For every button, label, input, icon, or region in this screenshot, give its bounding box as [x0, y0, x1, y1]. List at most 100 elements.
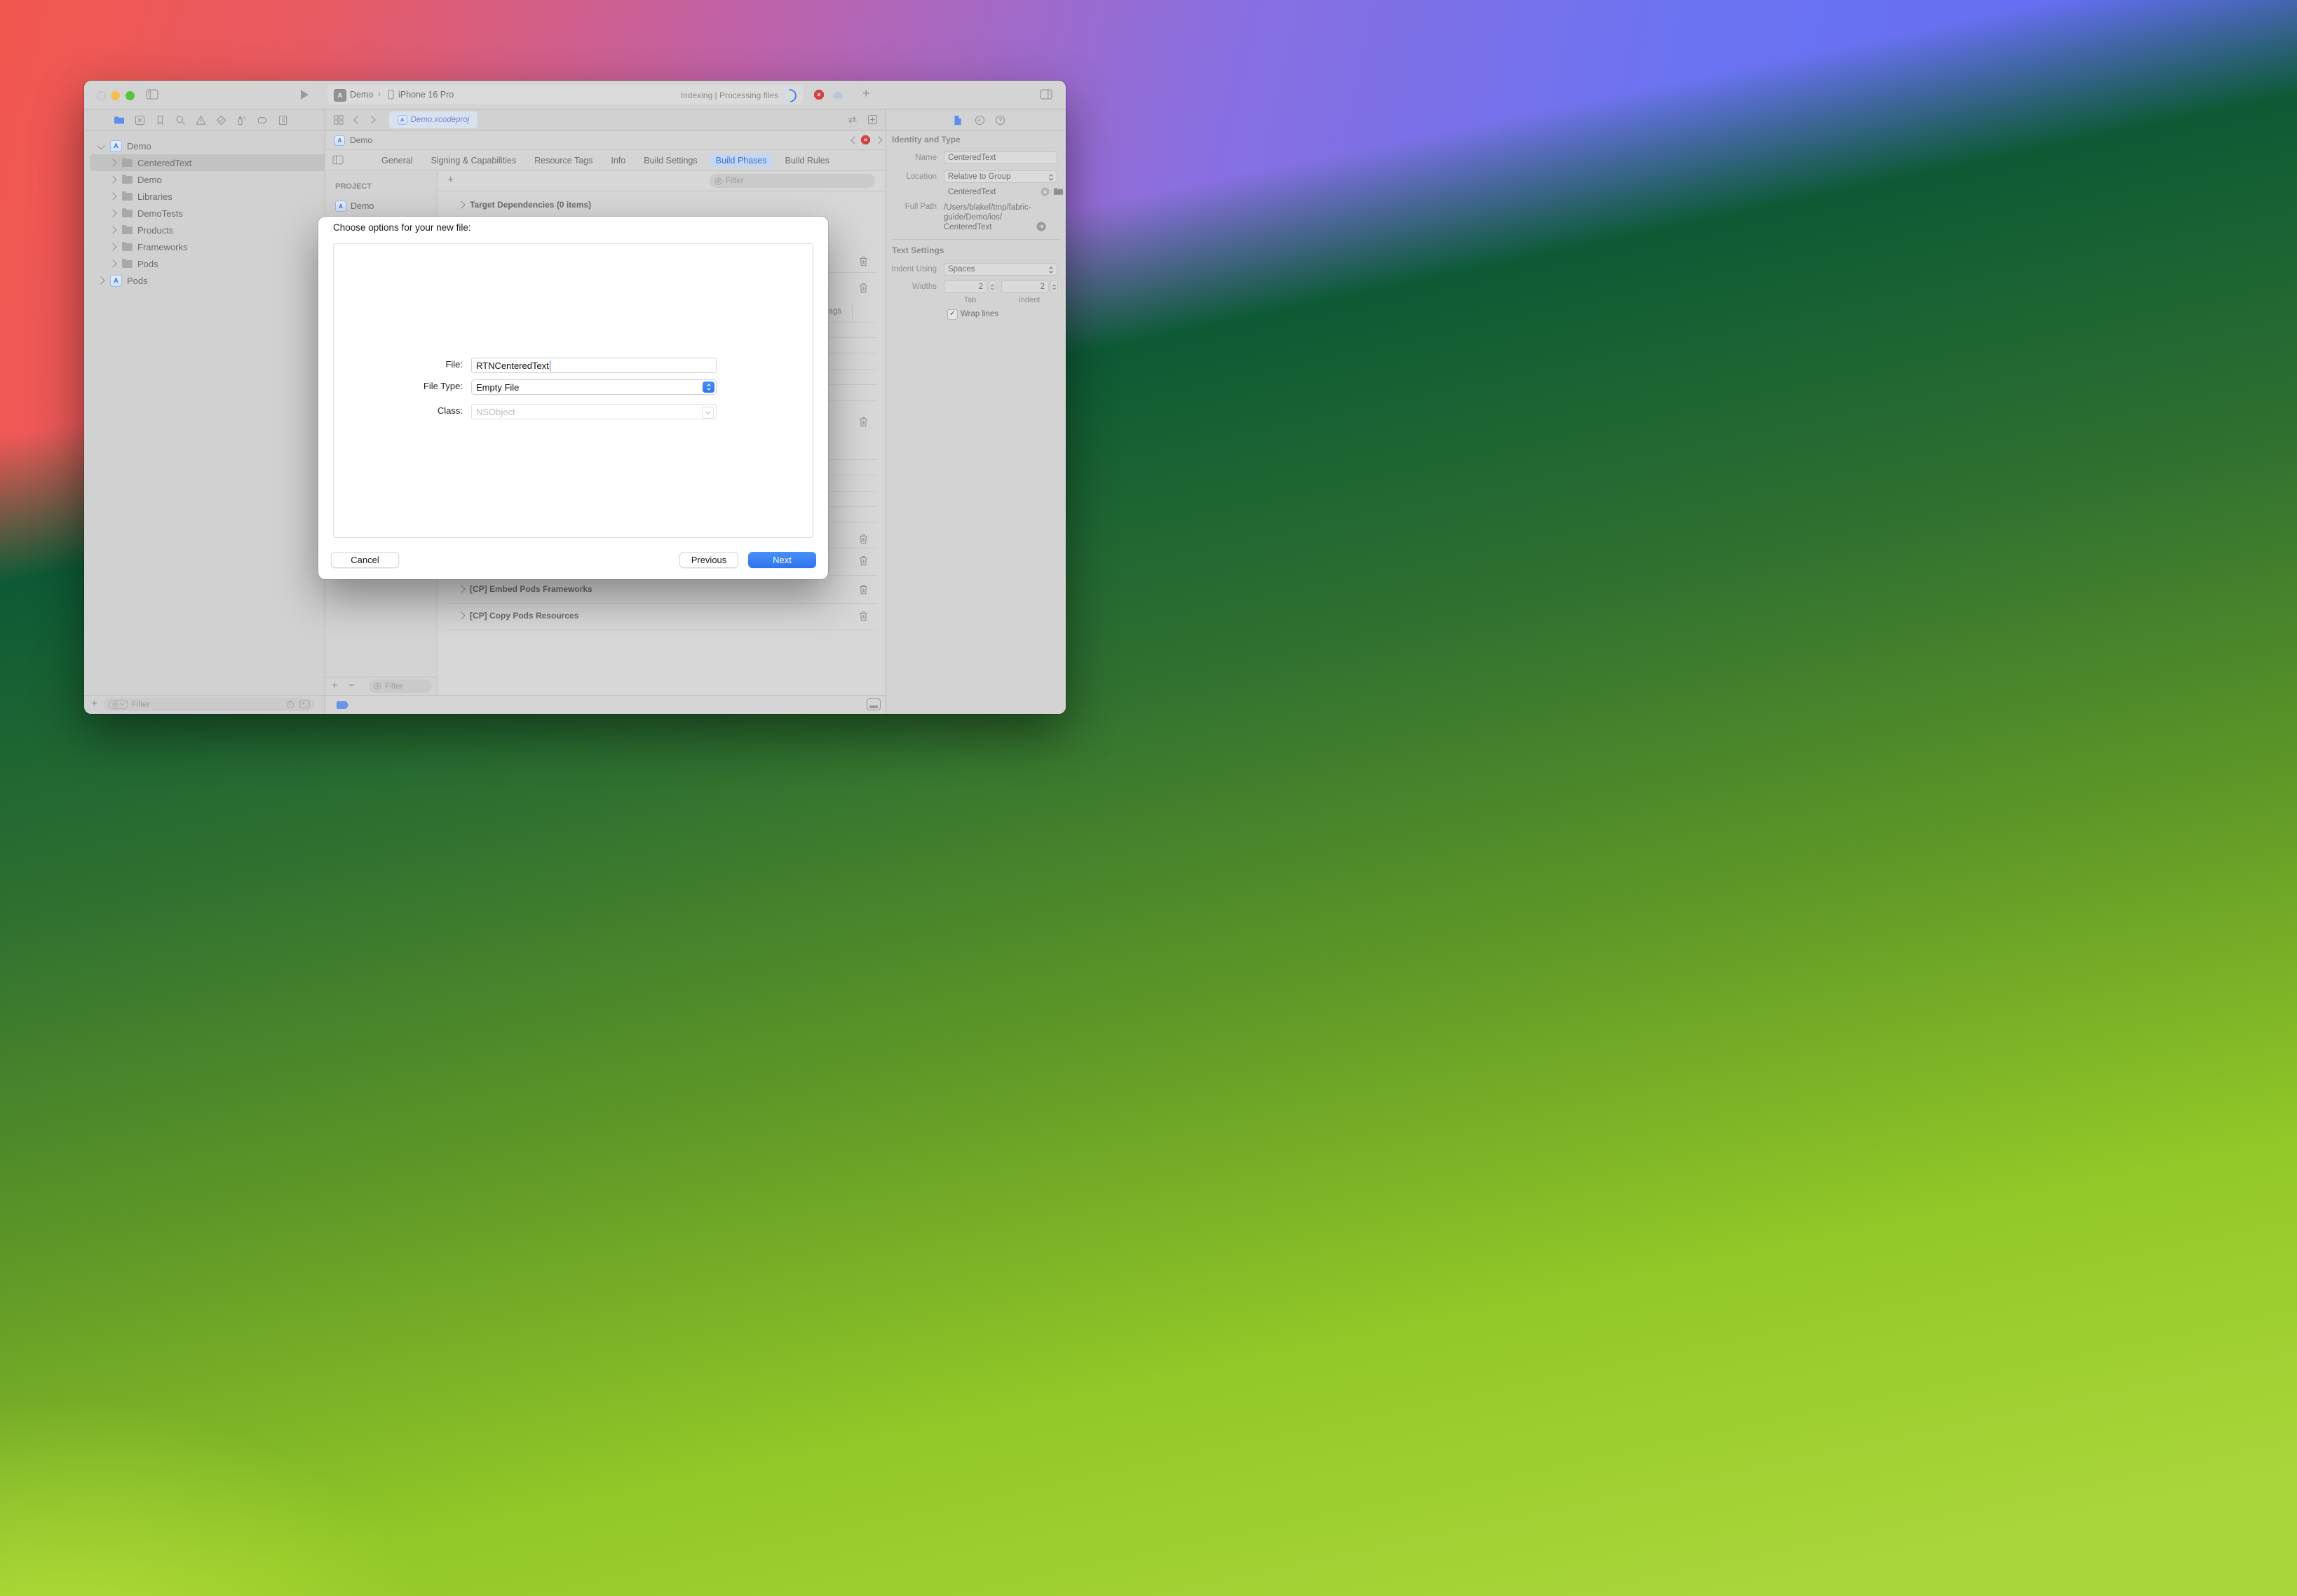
tab-build-rules[interactable]: Build Rules — [785, 156, 829, 165]
tree-item-pods-project[interactable]: Pods — [90, 272, 328, 289]
project-navigator-icon[interactable] — [114, 115, 125, 125]
issue-error-badge[interactable]: × — [861, 135, 870, 144]
cloud-status-icon[interactable] — [832, 91, 845, 100]
disclosure-chevron-icon[interactable] — [109, 243, 116, 250]
build-phases-filter-field[interactable]: Filter — [710, 174, 875, 188]
tree-item-demo-group[interactable]: Demo — [90, 171, 340, 188]
breakpoint-navigator-icon[interactable] — [257, 115, 268, 126]
source-control-changes-icon[interactable] — [299, 700, 310, 709]
disclosure-chevron-icon[interactable] — [457, 585, 465, 593]
error-badge[interactable]: × — [814, 90, 824, 100]
filter-options-icon[interactable] — [109, 700, 128, 709]
disclosure-chevron-icon[interactable] — [109, 209, 116, 217]
previous-button[interactable]: Previous — [679, 552, 738, 568]
trash-icon[interactable] — [859, 584, 868, 595]
indent-width-stepper[interactable] — [1050, 280, 1058, 293]
disclosure-chevron-icon[interactable] — [109, 259, 116, 267]
forward-chevron-icon[interactable] — [367, 116, 375, 123]
debug-navigator-icon[interactable] — [236, 115, 247, 126]
issue-navigator-icon[interactable] — [196, 115, 206, 126]
tab-resource-tags[interactable]: Resource Tags — [534, 156, 592, 165]
tab-info[interactable]: Info — [611, 156, 625, 165]
source-control-navigator-icon[interactable] — [135, 115, 145, 126]
project-panel-item-demo[interactable]: Demo — [335, 201, 374, 212]
tree-item-products[interactable]: Products — [90, 222, 340, 238]
toggle-inspector-icon[interactable] — [1040, 89, 1052, 100]
tab-general[interactable]: General — [381, 156, 412, 165]
tree-item-centeredtext[interactable]: CenteredText — [90, 154, 340, 171]
file-inspector-icon[interactable] — [954, 115, 962, 126]
disclosure-chevron-icon[interactable] — [109, 192, 116, 200]
disclosure-chevron-icon[interactable] — [97, 276, 104, 284]
run-button[interactable] — [301, 90, 309, 100]
run-destination[interactable]: iPhone 16 Pro — [398, 90, 454, 100]
editor-grid-icon[interactable] — [334, 115, 344, 125]
trash-icon[interactable] — [859, 283, 868, 293]
project-panel-filter-field[interactable]: Filter — [369, 679, 432, 693]
trash-icon[interactable] — [859, 534, 868, 544]
recent-files-clock-icon[interactable] — [286, 701, 294, 709]
navigator-filter-field[interactable]: Filter — [104, 698, 314, 711]
disclosure-chevron-icon[interactable] — [457, 201, 465, 208]
phase-row-target-dependencies[interactable]: Target Dependencies (0 items) — [438, 196, 886, 213]
tab-build-phases[interactable]: Build Phases — [710, 154, 773, 168]
add-file-icon[interactable]: + — [91, 698, 97, 710]
tree-item-demotests[interactable]: DemoTests — [90, 205, 340, 222]
reveal-arrow-icon[interactable] — [1036, 222, 1046, 231]
history-inspector-icon[interactable] — [975, 115, 985, 126]
trash-icon[interactable] — [859, 256, 868, 266]
disclosure-chevron-icon[interactable] — [457, 611, 465, 619]
report-navigator-icon[interactable] — [278, 115, 288, 126]
test-navigator-icon[interactable] — [216, 115, 226, 126]
choose-folder-icon[interactable] — [1053, 187, 1064, 196]
target-tag-icon[interactable] — [337, 701, 348, 709]
library-add-icon[interactable]: + — [862, 86, 870, 101]
indent-using-popup[interactable]: Spaces — [944, 263, 1057, 276]
tab-signing-capabilities[interactable]: Signing & Capabilities — [431, 156, 517, 165]
tab-width-field[interactable]: 2 — [944, 280, 987, 293]
back-chevron-icon[interactable] — [353, 116, 361, 123]
jumpbar-title[interactable]: Demo — [350, 135, 372, 145]
editor-options-icon[interactable] — [867, 698, 881, 710]
indent-width-field[interactable]: 2 — [1001, 280, 1049, 293]
class-combo[interactable]: NSObject — [471, 404, 717, 419]
file-type-popup[interactable]: Empty File — [471, 379, 717, 395]
previous-issue-chevron-icon[interactable] — [851, 136, 858, 144]
disclosure-chevron-icon[interactable] — [97, 142, 104, 149]
minimize-button[interactable] — [111, 91, 120, 100]
tree-item-libraries[interactable]: Libraries — [90, 188, 340, 205]
phase-row-embed-pods-frameworks[interactable]: [CP] Embed Pods Frameworks — [438, 581, 886, 597]
trash-icon[interactable] — [859, 417, 868, 427]
close-button[interactable] — [97, 91, 106, 100]
scheme-name[interactable]: Demo — [350, 90, 373, 100]
remove-target-icon[interactable]: − — [348, 679, 355, 691]
show-projects-list-icon[interactable] — [332, 155, 344, 165]
cancel-button[interactable]: Cancel — [331, 552, 399, 568]
add-target-icon[interactable]: + — [332, 679, 338, 691]
phase-row-copy-pods-resources[interactable]: [CP] Copy Pods Resources — [438, 607, 886, 624]
next-issue-chevron-icon[interactable] — [874, 136, 882, 144]
location-popup[interactable]: Relative to Group — [944, 170, 1057, 183]
tree-item-pods-group[interactable]: Pods — [90, 255, 340, 272]
zoom-button[interactable] — [126, 91, 135, 100]
trash-icon[interactable] — [859, 611, 868, 621]
tab-width-stepper[interactable] — [989, 280, 996, 293]
tree-item-demo-project[interactable]: Demo — [90, 137, 328, 154]
tab-build-settings[interactable]: Build Settings — [644, 156, 697, 165]
name-field[interactable]: CenteredText — [944, 151, 1057, 164]
find-navigator-icon[interactable] — [175, 115, 186, 126]
help-inspector-icon[interactable] — [995, 115, 1005, 126]
disclosure-chevron-icon[interactable] — [109, 226, 116, 234]
add-editor-icon[interactable] — [867, 114, 878, 125]
add-build-phase-icon[interactable]: + — [447, 174, 454, 187]
clear-location-icon[interactable] — [1041, 187, 1050, 196]
wrap-lines-checkbox[interactable]: ✓ — [947, 309, 958, 320]
tab-demo-xcodeproj[interactable]: Demo.xcodeproj — [389, 111, 477, 128]
related-items-swap-icon[interactable] — [847, 116, 858, 124]
next-button[interactable]: Next — [748, 552, 816, 568]
bookmark-navigator-icon[interactable] — [155, 115, 165, 126]
tree-item-frameworks[interactable]: Frameworks — [90, 238, 340, 255]
disclosure-chevron-icon[interactable] — [109, 175, 116, 183]
trash-icon[interactable] — [859, 555, 868, 566]
toggle-navigator-icon[interactable] — [146, 89, 158, 100]
